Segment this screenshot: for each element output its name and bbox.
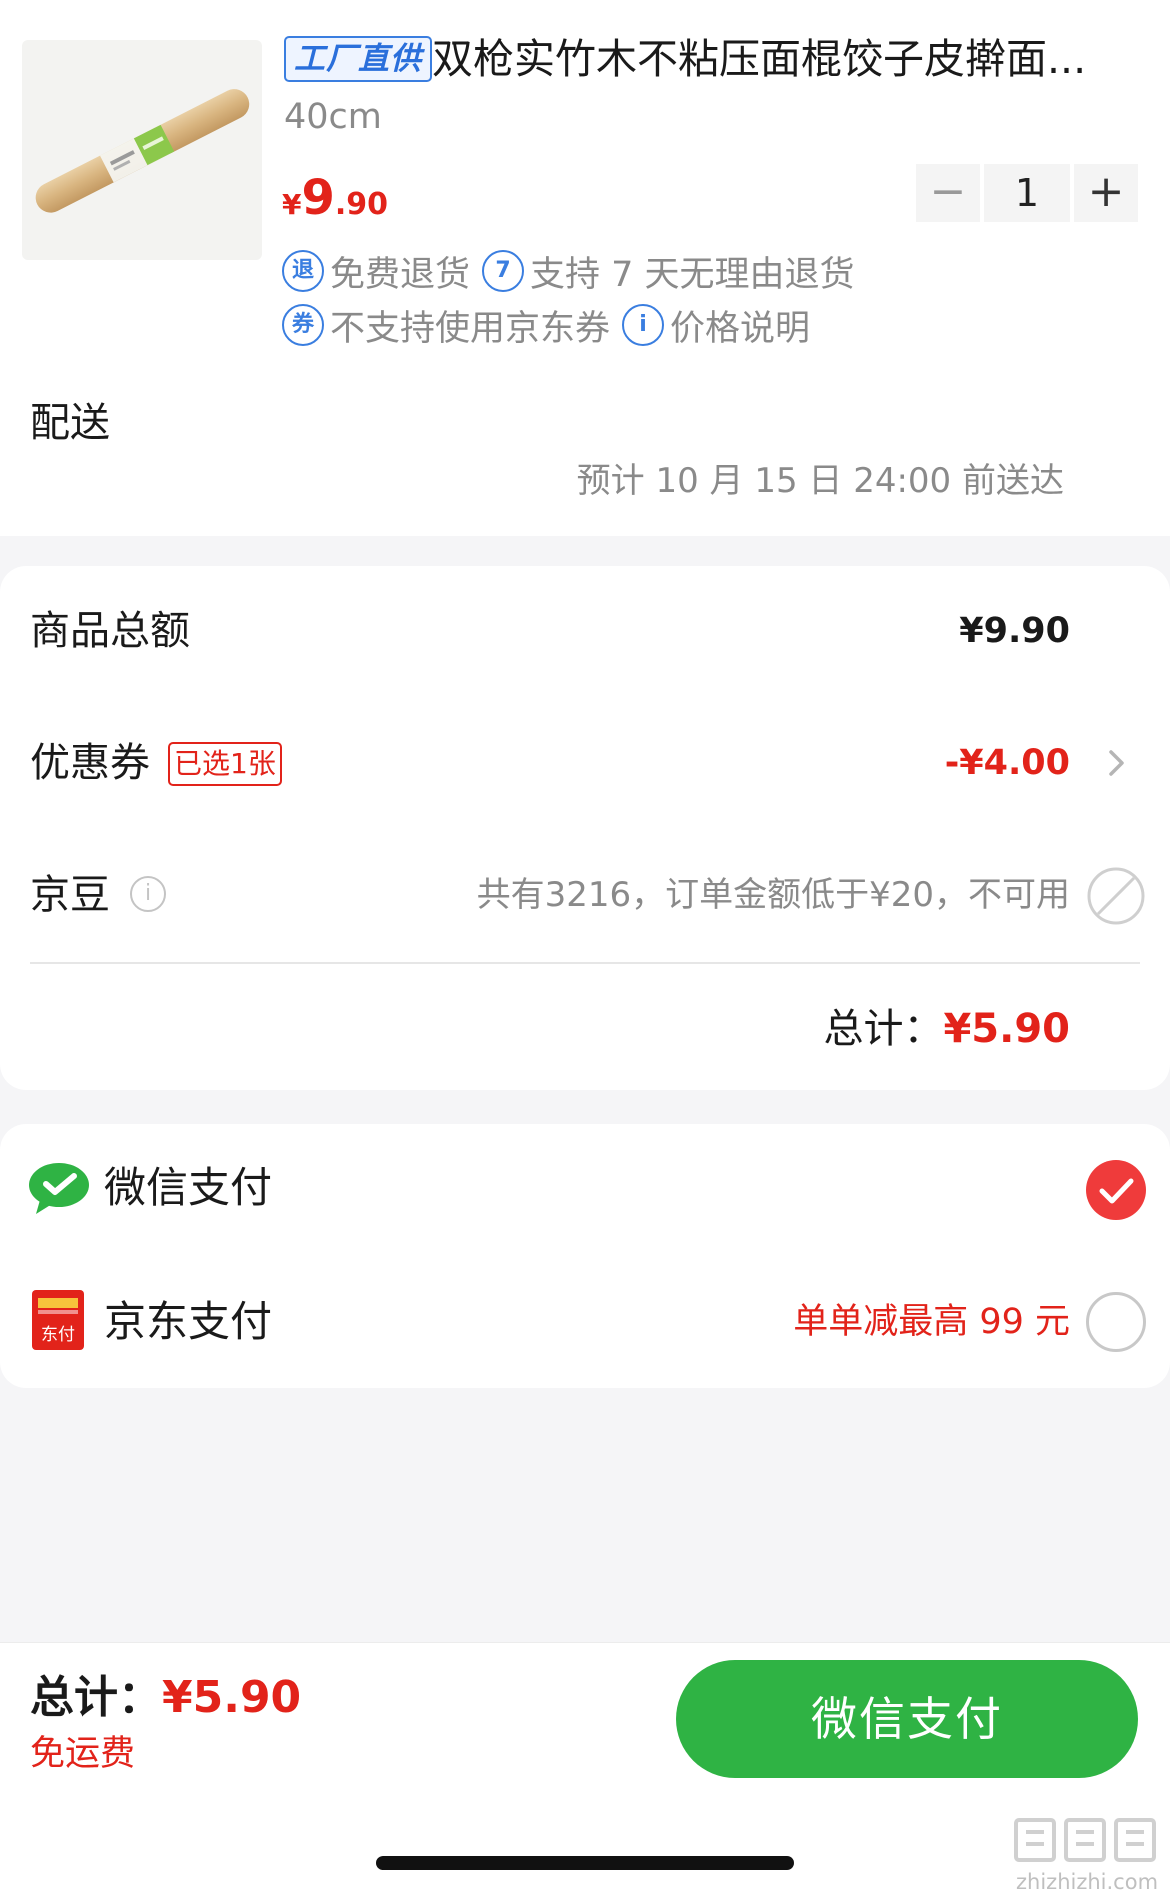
jd-pay-icon: 东付 [32,1290,84,1350]
summary-total: 总计：¥5.90 [823,1000,1070,1058]
free-shipping-text: 免运费 [30,1734,136,1774]
seven-day-return-text: 支持 7 天无理由退货 [530,254,855,295]
bottom-total-label: 总计： [30,1672,162,1723]
wechat-pay-button[interactable]: 微信支付 [676,1660,1138,1778]
check-icon [1099,1178,1134,1204]
bottom-total-value: ¥5.90 [162,1672,302,1723]
free-return-icon: 退 [282,250,324,292]
coupon-discount-value[interactable]: -¥4.00 [945,734,1070,792]
quantity-value[interactable]: 1 [984,164,1070,222]
summary-total-value: ¥5.90 [943,1006,1070,1052]
product-spec: 40cm [284,97,382,137]
bottom-total: 总计：¥5.90 [30,1666,301,1730]
product-image[interactable] [22,40,262,260]
service-line-1: 退 免费退货 7 支持 7 天无理由退货 [282,248,867,295]
jd-pay-icon-text: 东付 [41,1325,75,1345]
price-info-link[interactable]: 价格说明 [670,300,810,351]
wechat-pay-selected-check[interactable] [1086,1160,1146,1220]
watermark-text: zhizhizhi.com [1016,1870,1159,1894]
chevron-right-icon[interactable] [1102,748,1132,778]
price-info-icon[interactable]: i [622,304,665,346]
no-coupon-text: 不支持使用京东券 [330,308,611,349]
seven-day-return-icon: 7 [482,250,525,292]
no-coupon-icon: 券 [282,304,324,346]
service-line-2: 券 不支持使用京东券 i 价格说明 [282,300,822,351]
jingdou-status: 共有3216，订单金额低于¥20，不可用 [476,875,1070,915]
jd-pay-promo: 单单减最高 99 元 [793,1302,1070,1342]
wechat-pay-label[interactable]: 微信支付 [104,1158,272,1218]
price-decimal: .90 [334,187,389,222]
jd-pay-radio[interactable] [1086,1292,1146,1352]
jingdou-label: 京豆 [30,872,110,918]
delivery-eta[interactable]: 预计 10 月 15 日 24:00 前送达 [560,456,1064,506]
wechat-pay-icon [29,1163,89,1214]
home-indicator[interactable] [376,1856,794,1870]
quantity-decrease-button[interactable]: − [916,164,980,222]
quantity-stepper: − 1 + [916,164,1138,222]
product-price: ¥9.90 [282,168,388,239]
divider [30,962,1140,964]
delivery-label: 配送 [30,400,110,446]
price-integer: 9 [301,170,335,226]
price-currency: ¥ [282,188,302,221]
coupon-label[interactable]: 优惠券 [30,734,150,792]
free-return-text: 免费退货 [330,254,471,295]
goods-total-label: 商品总额 [30,608,190,654]
jd-pay-label[interactable]: 京东支付 [104,1292,272,1352]
quantity-increase-button[interactable]: + [1074,164,1138,222]
info-icon[interactable]: i [130,876,166,912]
factory-direct-badge: 工厂直供 [284,36,432,82]
disabled-icon [1087,867,1145,925]
coupon-selected-tag: 已选1张 [168,742,282,786]
product-title[interactable]: 双枪实竹木不粘压面棍饺子皮擀面... [432,30,1118,88]
summary-total-label: 总计： [823,1006,944,1052]
goods-total-value: ¥9.90 [959,611,1070,651]
